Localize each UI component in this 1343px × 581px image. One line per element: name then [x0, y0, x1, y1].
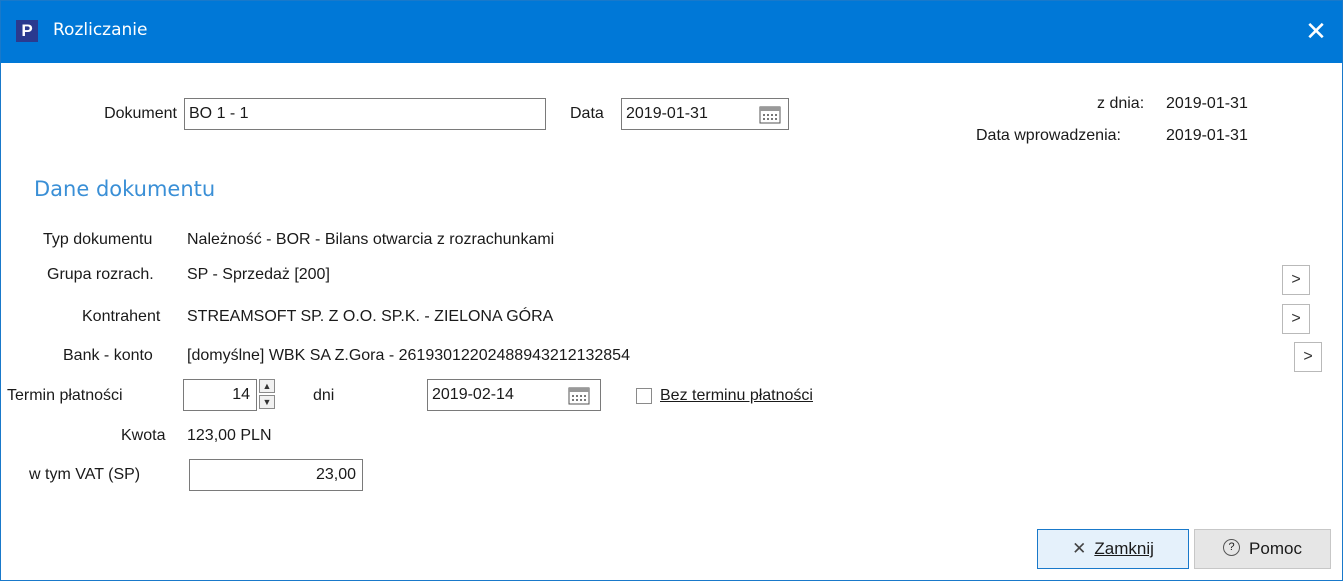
dokument-label: Dokument [104, 105, 177, 122]
help-icon: ? [1223, 539, 1241, 557]
pomoc-label: Pomoc [1249, 539, 1302, 558]
vat-label: w tym VAT (SP) [29, 466, 141, 483]
kontrahent-value: STREAMSOFT SP. Z O.O. SP.K. - ZIELONA GÓ… [187, 308, 554, 325]
dni-label: dni [313, 387, 335, 404]
bank-konto-label: Bank - konto [63, 347, 153, 364]
z-dnia-label: z dnia: [1097, 95, 1145, 112]
kwota-label: Kwota [121, 427, 166, 444]
z-dnia-value: 2019-01-31 [1166, 95, 1248, 112]
bez-terminu-checkbox[interactable] [636, 388, 652, 404]
kontrahent-select-button[interactable]: > [1282, 304, 1310, 334]
data-value: 2019-01-31 [626, 105, 708, 122]
zamknij-button[interactable]: ✕ Zamknij [1037, 529, 1189, 569]
bank-konto-value: [domyślne] WBK SA Z.Gora - 2619301220248… [187, 347, 630, 364]
termin-days-input[interactable]: 14 [183, 379, 257, 411]
calendar-icon[interactable] [567, 386, 591, 406]
app-icon: P [16, 20, 38, 42]
vat-input[interactable]: 23,00 [189, 459, 363, 491]
days-stepper[interactable]: ▲ ▼ [259, 379, 277, 411]
grupa-rozrach-label: Grupa rozrach. [47, 266, 154, 283]
pomoc-button[interactable]: ? Pomoc [1194, 529, 1331, 569]
kontrahent-label: Kontrahent [82, 308, 161, 325]
grupa-rozrach-value: SP - Sprzedaż [200] [187, 266, 330, 283]
typ-dokumentu-label: Typ dokumentu [43, 231, 153, 248]
close-icon[interactable]: ✕ [1290, 1, 1342, 63]
dialog-window: P Rozliczanie ✕ Dokument BO 1 - 1 Data 2… [0, 0, 1343, 581]
typ-dokumentu-value: Należność - BOR - Bilans otwarcia z rozr… [187, 231, 555, 248]
dokument-input[interactable]: BO 1 - 1 [184, 98, 546, 130]
kwota-value: 123,00 PLN [187, 427, 272, 444]
termin-platnosci-label: Termin płatności [7, 387, 123, 404]
window-title: Rozliczanie [53, 20, 148, 40]
stepper-up-icon[interactable]: ▲ [259, 379, 275, 393]
data-wprowadzenia-label: Data wprowadzenia: [976, 127, 1121, 144]
data-label: Data [570, 105, 604, 122]
section-title: Dane dokumentu [34, 177, 216, 201]
termin-date-value: 2019-02-14 [432, 386, 514, 403]
calendar-icon[interactable] [758, 105, 782, 125]
stepper-down-icon[interactable]: ▼ [259, 395, 275, 409]
data-wprowadzenia-value: 2019-01-31 [1166, 127, 1248, 144]
close-icon: ✕ [1072, 539, 1087, 559]
zamknij-label: Zamknij [1094, 539, 1154, 558]
bez-terminu-label[interactable]: Bez terminu płatności [660, 387, 813, 405]
grupa-select-button[interactable]: > [1282, 265, 1310, 295]
title-bar: P Rozliczanie ✕ [1, 1, 1342, 63]
bank-select-button[interactable]: > [1294, 342, 1322, 372]
